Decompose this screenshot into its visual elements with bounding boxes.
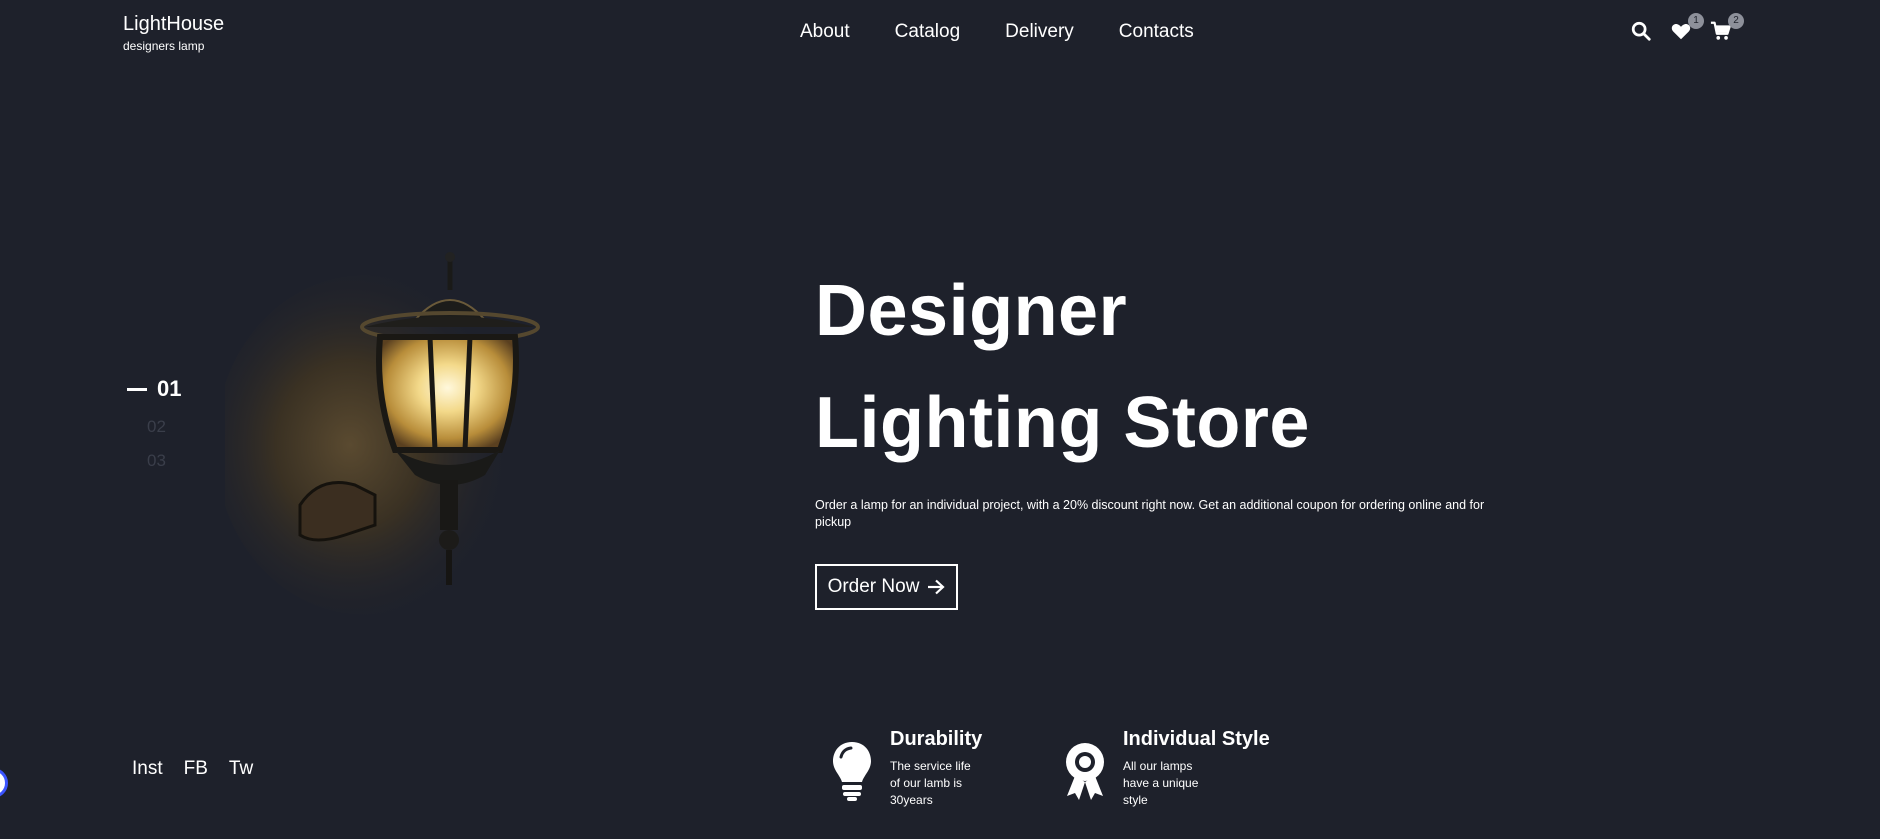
favorites-count-badge: 1: [1688, 13, 1704, 29]
order-now-label: Order Now: [827, 576, 920, 597]
landing-page: LightHouse designers lamp About Catalog …: [0, 0, 1880, 839]
hero-title: Designer Lighting Store: [815, 255, 1310, 479]
slide-03[interactable]: 03: [147, 451, 181, 471]
slide-dash: [127, 387, 147, 391]
search-icon: [1631, 21, 1651, 41]
hero-description: Order a lamp for an individual project, …: [815, 498, 1485, 529]
nav-delivery[interactable]: Delivery: [1005, 20, 1074, 44]
lamp-image: [225, 252, 540, 615]
feature-style-title: Individual Style: [1123, 728, 1270, 750]
main-nav: About Catalog Delivery Contacts: [800, 20, 1239, 44]
logo[interactable]: LightHouse designers lamp: [123, 12, 224, 54]
cart-button[interactable]: 2: [1710, 13, 1744, 44]
social-links: Inst FB Tw: [132, 758, 274, 780]
feature-style-desc: All our lamps have a unique style: [1123, 759, 1199, 807]
social-instagram[interactable]: Inst: [132, 758, 163, 780]
feature-durability-desc: The service life of our lamb is 30years: [890, 759, 971, 807]
nav-about[interactable]: About: [800, 20, 850, 44]
feature-durability: Durability The service life of our lamb …: [830, 726, 982, 809]
slide-active-number: 01: [157, 376, 182, 401]
nav-catalog[interactable]: Catalog: [895, 20, 961, 44]
lightbulb-icon: [833, 742, 871, 801]
slide-02[interactable]: 02: [147, 417, 181, 437]
feature-durability-text: Durability The service life of our lamb …: [890, 726, 982, 809]
feature-style-text: Individual Style All our lamps have a un…: [1123, 726, 1270, 809]
hero-title-line1: Designer: [815, 271, 1128, 351]
hero-title-line2: Lighting Store: [815, 383, 1310, 463]
social-twitter[interactable]: Tw: [229, 758, 253, 780]
logo-subtitle: designers lamp: [123, 39, 205, 53]
order-now-button[interactable]: Order Now: [815, 564, 958, 610]
cart-count-badge: 2: [1728, 13, 1744, 29]
logo-title: LightHouse: [123, 13, 225, 35]
floating-widget-button[interactable]: [0, 768, 8, 798]
arrow-right-icon: [928, 579, 946, 595]
social-facebook[interactable]: FB: [184, 758, 208, 780]
feature-durability-title: Durability: [890, 728, 983, 750]
search-button[interactable]: [1630, 20, 1654, 44]
favorites-button[interactable]: 1: [1670, 13, 1704, 44]
feature-individual-style: Individual Style All our lamps have a un…: [1063, 726, 1270, 809]
award-icon: [1066, 743, 1104, 800]
header-actions: 1 2: [1630, 13, 1750, 44]
slide-active[interactable]: 01: [127, 375, 181, 403]
nav-contacts[interactable]: Contacts: [1119, 20, 1194, 44]
slide-indicator: 01 02 03: [127, 375, 181, 471]
